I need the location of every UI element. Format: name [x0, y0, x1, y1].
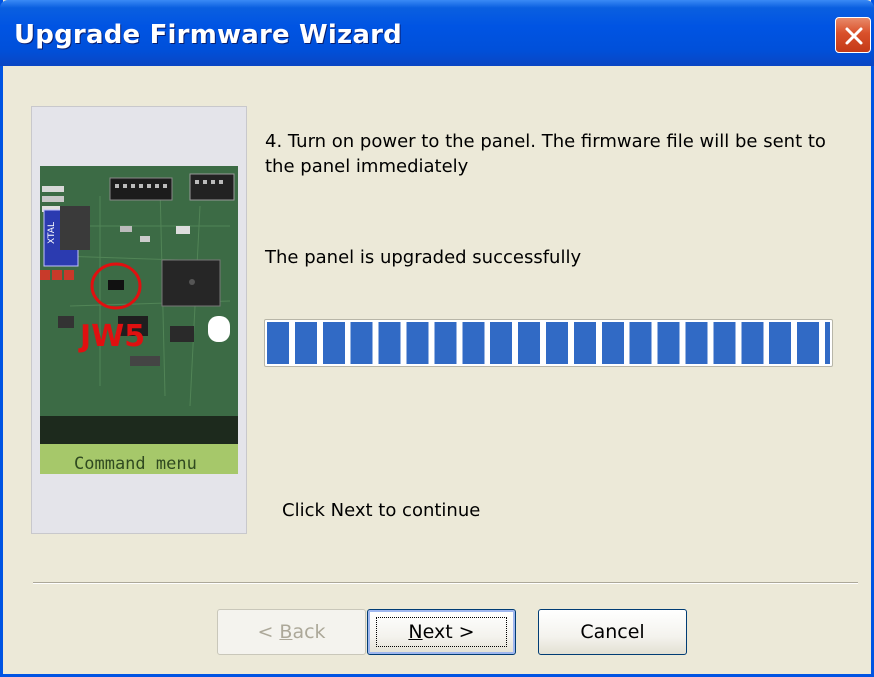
- close-button[interactable]: [835, 17, 871, 53]
- crystal-label: XTAL: [47, 222, 57, 244]
- progress-fill: [267, 322, 830, 364]
- step-instruction: 4. Turn on power to the panel. The firmw…: [265, 131, 826, 177]
- button-separator: [33, 582, 858, 584]
- continue-instruction: Click Next to continue: [282, 500, 481, 521]
- cancel-button[interactable]: Cancel: [538, 609, 687, 655]
- title-bar[interactable]: Upgrade Firmware Wizard: [0, 0, 874, 66]
- window-title: Upgrade Firmware Wizard: [14, 20, 402, 50]
- close-icon: [845, 27, 863, 45]
- upgrade-status: The panel is upgraded successfully: [265, 247, 582, 268]
- lcd-text: Command menu: [74, 454, 197, 474]
- progress-bar: [264, 319, 833, 367]
- jumper-label: JW5: [78, 319, 145, 354]
- circuit-board-photo: XTAL JW5 Command menu: [40, 166, 238, 474]
- next-button[interactable]: Next >: [367, 609, 516, 655]
- back-button[interactable]: < Back: [217, 609, 366, 655]
